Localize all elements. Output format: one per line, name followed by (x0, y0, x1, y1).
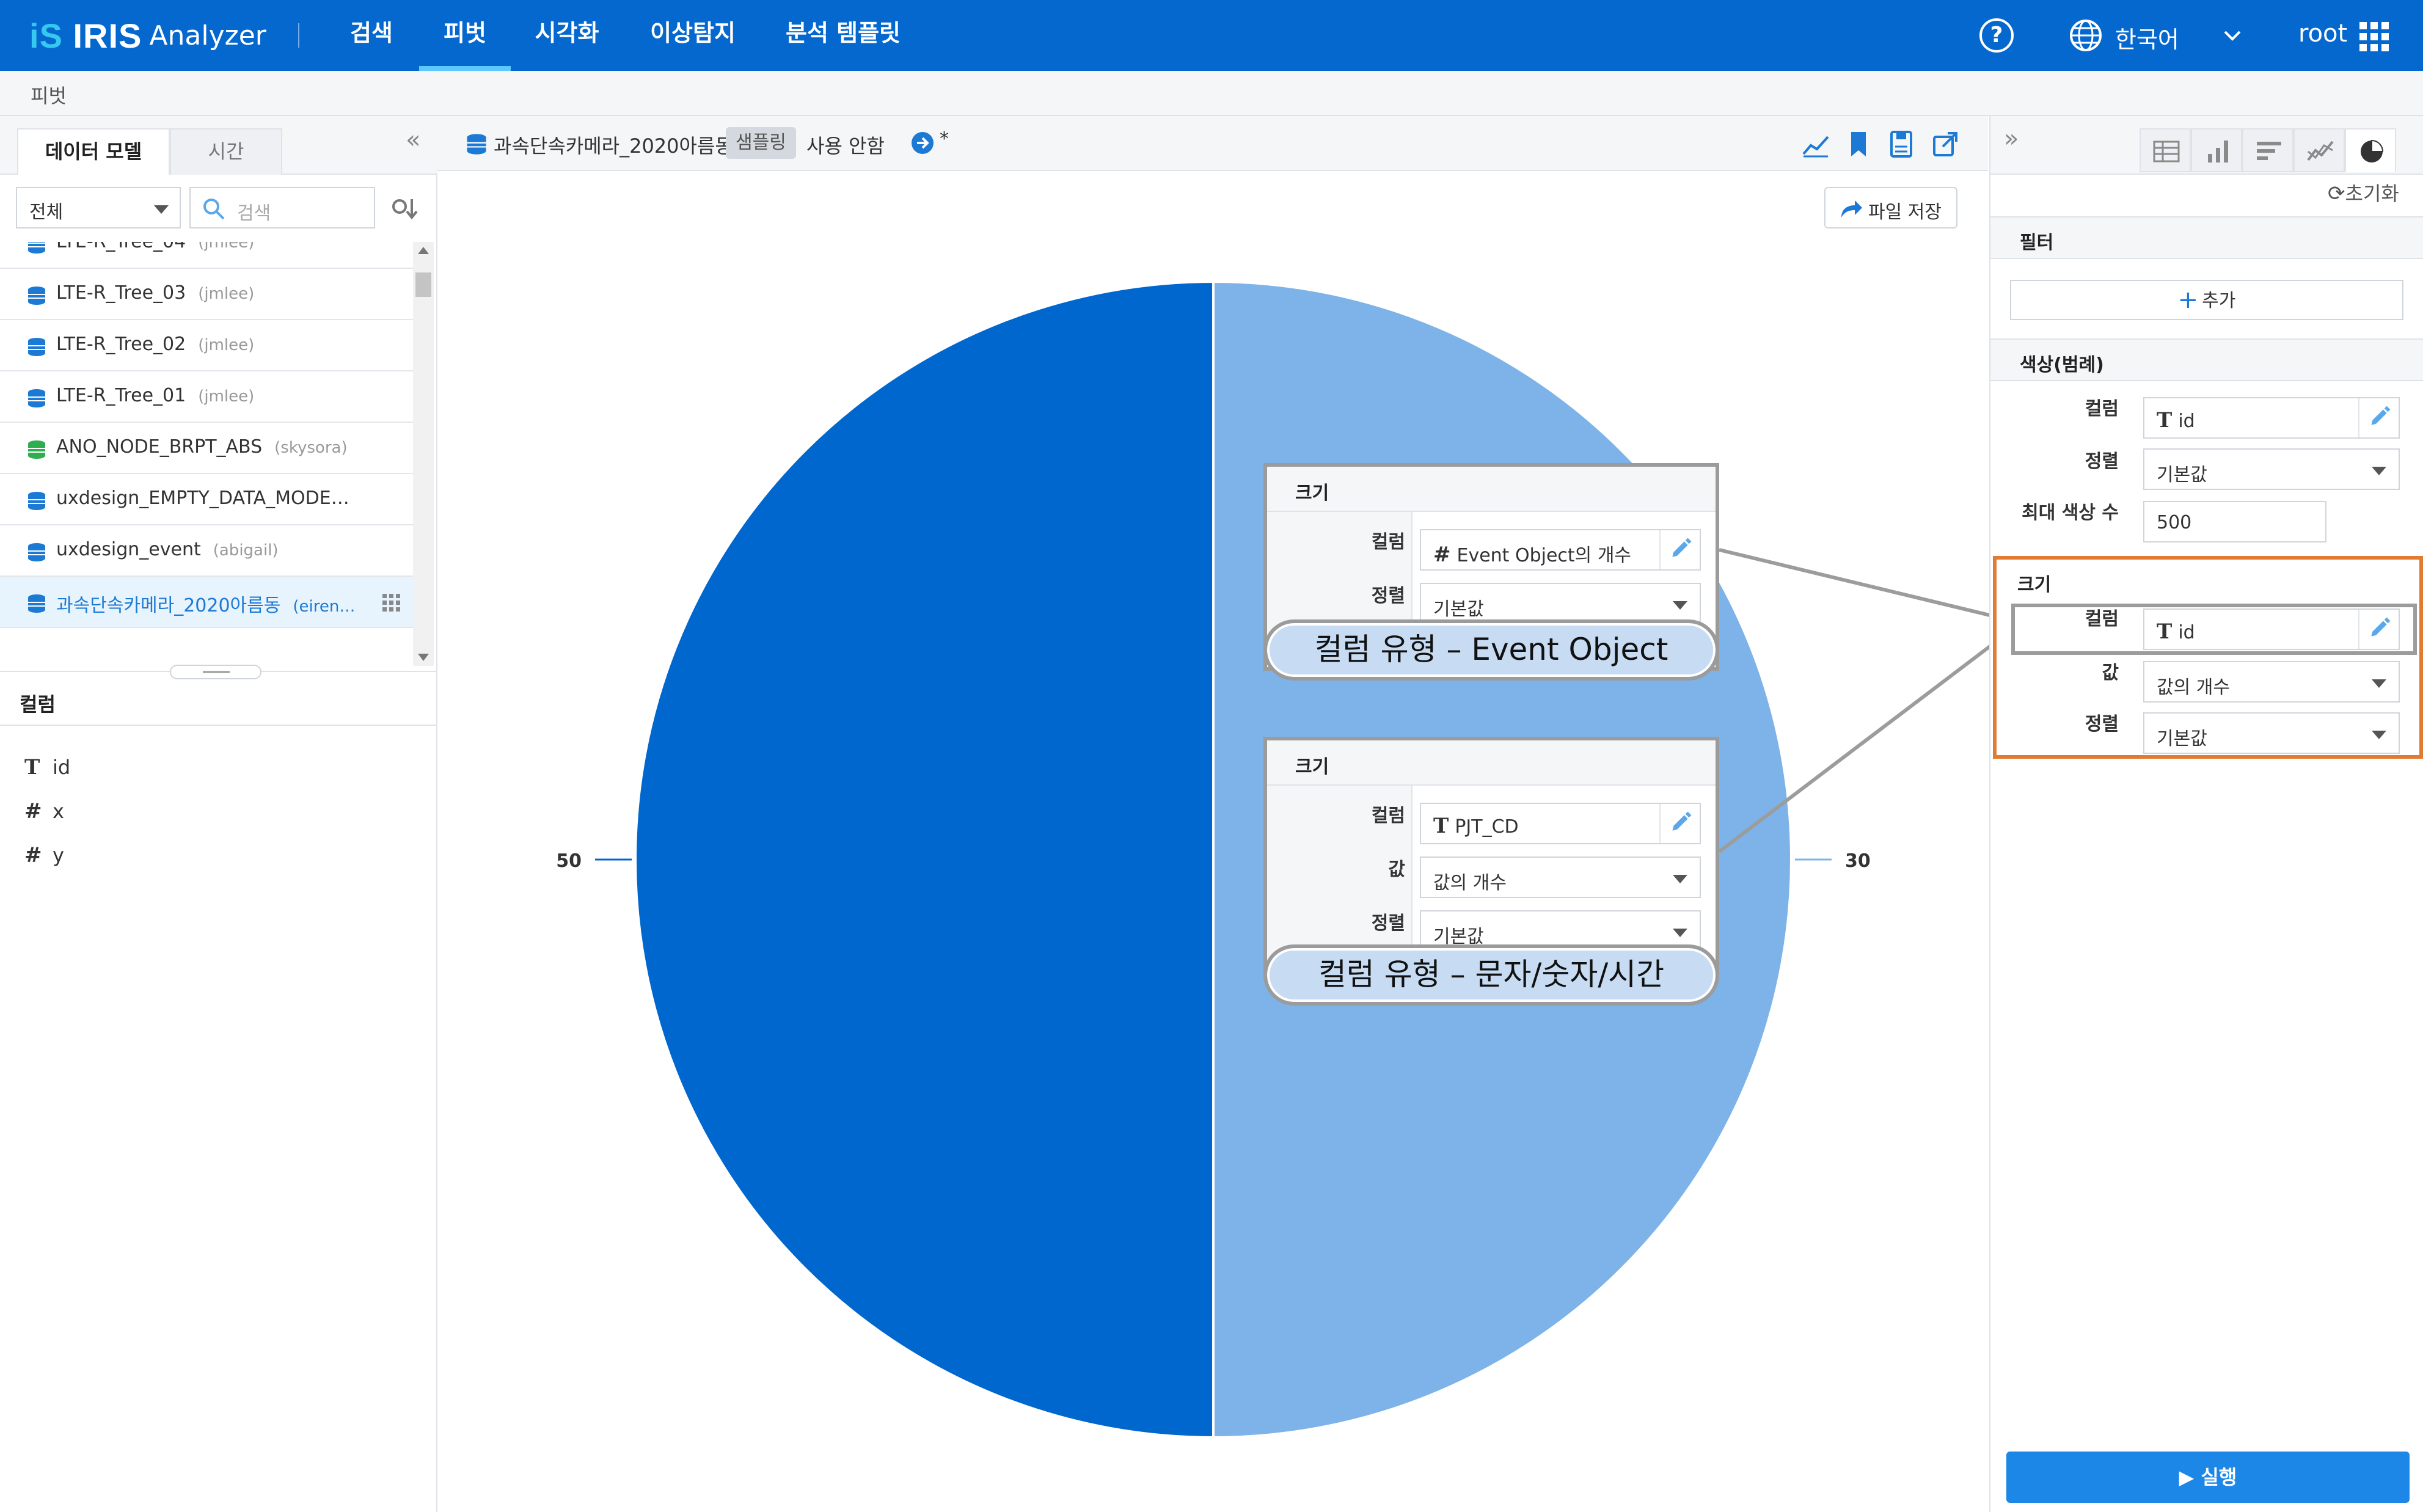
size-section-highlight (1993, 556, 2423, 759)
color-legend-section-header: 색상(범례) (1990, 338, 2423, 381)
reset-button[interactable]: ⟳초기화 (2328, 178, 2399, 206)
field-label: 최대 색상 수 (2022, 502, 2119, 524)
field-label: 정렬 (2085, 451, 2119, 472)
pie-chart-icon[interactable] (2345, 128, 2396, 172)
add-filter-button[interactable]: + 추가 (2010, 280, 2403, 320)
expand-right-icon[interactable]: » (2004, 125, 2019, 153)
options-panel: » ⟳초기화 필터 + 추가 색상(범례) 컬럼 Tid 정렬 기본값 최대 색상… (1989, 116, 2423, 1512)
run-button[interactable]: ▶ 실행 (2006, 1452, 2410, 1503)
size-column-highlight (2011, 604, 2417, 655)
connector-line (1719, 548, 2013, 623)
chart-type-bar: » (1990, 116, 2423, 175)
field-label: 컬럼 (2085, 398, 2119, 420)
color-sort-select[interactable]: 기본값 (2143, 448, 2400, 490)
max-color-count-input[interactable]: 500 (2143, 501, 2326, 542)
bar-chart-icon[interactable] (2191, 128, 2242, 172)
plus-icon: + (2177, 286, 2199, 314)
color-column-field[interactable]: Tid (2143, 397, 2400, 439)
table-icon[interactable] (2140, 128, 2191, 172)
connector-line (1718, 627, 2014, 853)
filter-section-header: 필터 (1990, 216, 2423, 259)
refresh-icon: ⟳ (2328, 181, 2345, 206)
trend-icon[interactable] (2293, 128, 2345, 172)
sorted-bar-icon[interactable] (2242, 128, 2293, 172)
text-type-icon: T (2157, 408, 2173, 433)
pencil-icon[interactable] (2358, 398, 2399, 437)
